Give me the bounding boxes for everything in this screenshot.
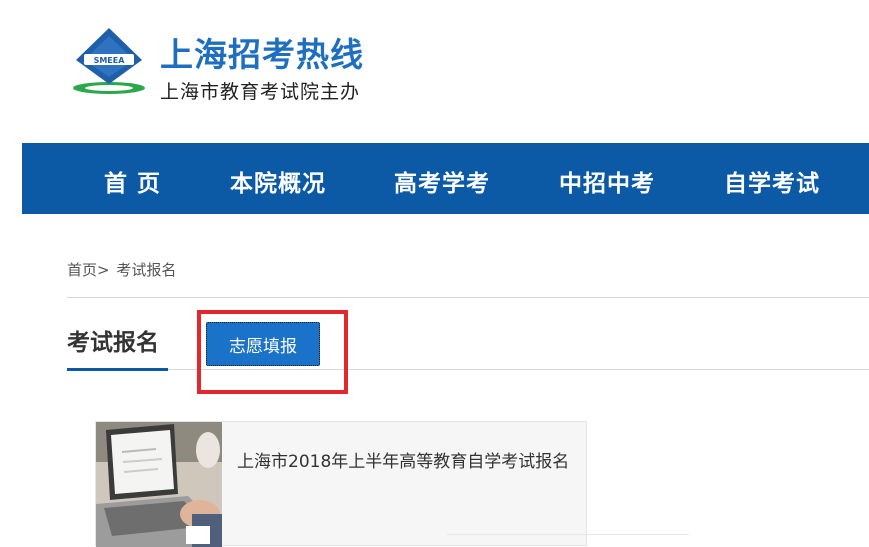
divider [67, 297, 869, 298]
breadcrumb-current[interactable]: 考试报名 [116, 261, 176, 279]
section-title[interactable]: 考试报名 [67, 323, 159, 357]
nav-item-gaokao[interactable]: 高考学考 [394, 164, 490, 198]
nav-item-self-study[interactable]: 自学考试 [724, 164, 820, 198]
highlight-box [197, 310, 348, 394]
logo-text: SMEEA [94, 56, 126, 65]
breadcrumb: 首页> 考试报名 [67, 259, 178, 280]
news-card[interactable]: 上海市2018年上半年高等教育自学考试报名 [95, 421, 587, 547]
active-tab-underline [67, 368, 168, 371]
site-subtitle: 上海市教育考试院主办 [160, 81, 361, 103]
site-logo[interactable]: SMEEA [68, 24, 150, 98]
divider [447, 534, 689, 535]
main-nav: 首 页 本院概况 高考学考 中招中考 自学考试 [22, 143, 869, 214]
laptop-thumbnail[interactable] [96, 422, 222, 547]
nav-item-about[interactable]: 本院概况 [230, 164, 326, 198]
breadcrumb-home[interactable]: 首页> [67, 261, 110, 279]
nav-item-zhongkao[interactable]: 中招中考 [559, 164, 655, 198]
nav-item-home[interactable]: 首 页 [104, 164, 161, 198]
site-title[interactable]: 上海招考热线 [160, 28, 364, 76]
news-title[interactable]: 上海市2018年上半年高等教育自学考试报名 [237, 450, 582, 475]
